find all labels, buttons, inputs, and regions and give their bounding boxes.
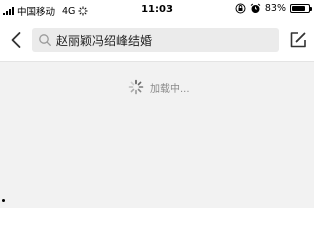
compose-button[interactable] bbox=[288, 30, 308, 50]
edit-icon bbox=[290, 32, 306, 48]
status-bar: 中国移动 4G 11:03 83% bbox=[0, 0, 314, 20]
corner-dot bbox=[2, 199, 5, 202]
search-icon bbox=[39, 34, 51, 46]
battery-percent: 83% bbox=[264, 3, 286, 14]
search-query-text: 赵丽颖冯绍峰结婚 bbox=[56, 34, 153, 48]
navigation-bar: 赵丽颖冯绍峰结婚 bbox=[0, 20, 314, 62]
status-right: 83% bbox=[235, 3, 312, 14]
loading-text: 加载中... bbox=[150, 83, 190, 95]
content-area: 加载中... bbox=[0, 62, 314, 208]
orientation-lock-icon bbox=[235, 3, 246, 14]
back-button[interactable] bbox=[7, 29, 27, 51]
battery-level bbox=[292, 6, 306, 11]
spinner-icon bbox=[128, 79, 144, 95]
alarm-icon bbox=[250, 3, 261, 13]
chevron-left-icon bbox=[11, 32, 21, 48]
search-input[interactable]: 赵丽颖冯绍峰结婚 bbox=[32, 28, 279, 52]
battery-icon bbox=[290, 4, 312, 13]
loading-indicator: 加载中... bbox=[128, 79, 190, 95]
